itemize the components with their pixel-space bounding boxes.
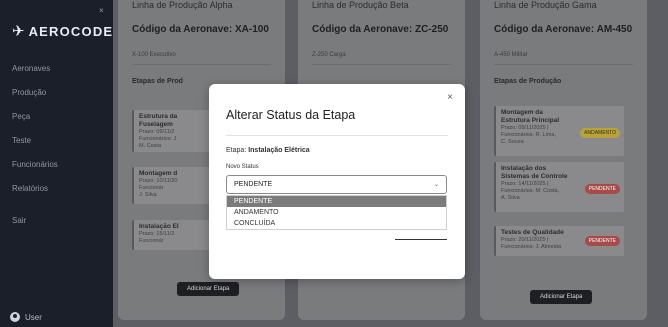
stage-name: Montagem da [501, 109, 543, 116]
sidebar: × ✈ AEROCODE Aeronaves Produção Peça Tes… [0, 0, 113, 327]
stage-card[interactable]: Testes de Qualidade Prazo: 20/11/2025 | … [494, 226, 624, 256]
status-option-andamento[interactable]: ANDAMENTO [227, 207, 446, 218]
production-line-card-gama: Linha de Produção Gama Código da Aeronav… [480, 0, 647, 320]
stage-name-cont: Estrutura Principal [501, 117, 560, 124]
aircraft-model: A-450 Militar [494, 52, 528, 58]
status-badge-pendente: PENDENTE [584, 184, 620, 194]
sidebar-close-icon[interactable]: × [99, 6, 104, 15]
stage-name: Instalação dos [501, 165, 547, 172]
status-select[interactable]: PENDENTE ⌄ [226, 175, 447, 194]
stage-card[interactable]: Montagem da Estrutura Principal Prazo: 0… [494, 106, 624, 156]
save-button-edge[interactable] [395, 231, 447, 240]
stages-title: Etapas de Produção [494, 78, 562, 85]
sidebar-item-producao[interactable]: Produção [12, 88, 46, 97]
status-badge-andamento: ANDAMENTO [580, 128, 620, 138]
aircraft-code: Código da Aeronave: XA-100 [132, 24, 269, 35]
aircraft-model: Z-250 Carga [312, 52, 346, 58]
sidebar-item-peca[interactable]: Peça [12, 112, 30, 121]
divider [132, 64, 271, 65]
close-icon[interactable]: × [447, 92, 453, 103]
app-logo: ✈ AEROCODE [12, 24, 113, 39]
stages-title: Etapas de Prod [132, 78, 183, 85]
stage-workers-cont: C. Souza [501, 139, 524, 145]
status-label: Novo Status [226, 164, 259, 170]
airplane-icon: ✈ [12, 23, 25, 40]
add-stage-button[interactable]: Adicionar Etapa [177, 282, 240, 296]
status-select-value: PENDENTE [234, 181, 273, 188]
app-name: AEROCODE [28, 24, 114, 39]
user-name: User [25, 312, 42, 322]
divider [494, 64, 633, 65]
chevron-down-icon: ⌄ [433, 182, 439, 188]
sidebar-item-aeronaves[interactable]: Aeronaves [12, 64, 50, 73]
modal-title: Alterar Status da Etapa [226, 108, 356, 122]
add-stage-button[interactable]: Adicionar Etapa [530, 290, 593, 304]
user-profile[interactable]: User [10, 312, 42, 322]
stage-workers-cont: A. Silva [501, 195, 520, 201]
sidebar-item-funcionarios[interactable]: Funcionários [12, 160, 58, 169]
line-name: Linha de Produção Gama [494, 0, 597, 10]
aircraft-code: Código da Aeronave: AM-450 [494, 24, 633, 35]
sidebar-item-teste[interactable]: Teste [12, 136, 31, 145]
aircraft-code: Código da Aeronave: ZC-250 [312, 24, 449, 35]
sidebar-item-relatorios[interactable]: Relatórios [12, 184, 48, 193]
divider [312, 64, 451, 65]
status-badge-pendente: PENDENTE [584, 236, 620, 246]
divider [226, 135, 448, 136]
aircraft-model: X-100 Executivo [132, 52, 176, 58]
stage-info: Etapa: Instalação Elétrica [226, 147, 310, 154]
line-name: Linha de Produção Alpha [132, 0, 233, 10]
sidebar-item-sair[interactable]: Sair [12, 216, 26, 225]
change-status-modal: × Alterar Status da Etapa Etapa: Instala… [209, 84, 465, 279]
stage-label: Etapa: [226, 147, 247, 154]
stage-name: Instalação Elétrica [248, 147, 310, 154]
line-name: Linha de Produção Beta [312, 0, 409, 10]
status-option-pendente[interactable]: PENDENTE [227, 196, 446, 207]
stage-name-cont: Sistemas de Controle [501, 173, 568, 180]
status-options-list: PENDENTE ANDAMENTO CONCLUÍDA [226, 195, 447, 230]
user-avatar-icon [10, 312, 20, 322]
stage-card[interactable]: Instalação dos Sistemas de Controle Praz… [494, 162, 624, 212]
status-option-concluida[interactable]: CONCLUÍDA [227, 218, 446, 229]
